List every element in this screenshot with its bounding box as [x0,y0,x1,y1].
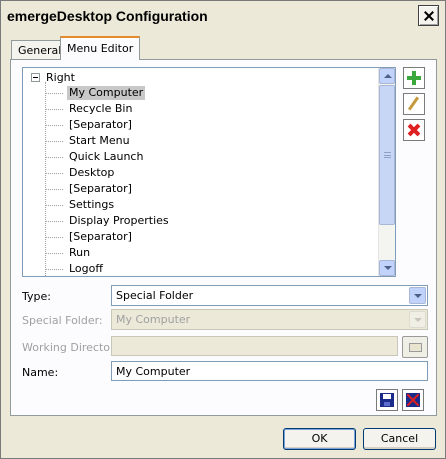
tree-item[interactable]: My Computer [45,85,146,101]
tree-item[interactable]: Run [45,245,92,261]
tree-item[interactable]: [Separator] [45,117,134,133]
tree-item[interactable]: Recycle Bin [45,101,134,117]
tree-scrollbar[interactable] [378,68,395,276]
add-item-button[interactable] [403,67,425,89]
tree-item[interactable]: Display Properties [45,213,171,229]
browse-folder-button[interactable] [402,336,428,358]
close-button[interactable] [418,5,439,26]
tree-item-label: Start Menu [69,134,130,147]
x-icon [407,123,421,137]
plus-icon [407,71,421,85]
scroll-up-button[interactable] [379,68,395,84]
name-label: Name: [22,366,59,379]
tree-item[interactable]: Desktop [45,165,116,181]
discard-icon [406,393,420,407]
type-value: Special Folder [116,289,194,302]
tree-item[interactable]: [Separator] [45,181,134,197]
chevron-down-icon[interactable] [409,287,426,304]
tree-item-label: [Separator] [69,230,132,243]
name-field[interactable]: My Computer [111,361,428,381]
config-dialog: emergeDesktop Configuration General Menu… [0,0,446,459]
save-icon [380,393,394,407]
tree-item[interactable]: Quick Launch [45,149,145,165]
tree-item-label: Quick Launch [69,150,144,163]
ok-button[interactable]: OK [283,428,356,450]
save-item-button[interactable] [376,389,398,411]
tree-item-label: [Separator] [69,182,132,195]
cancel-button[interactable]: Cancel [363,428,436,450]
grip-icon [384,152,391,158]
special-folder-select: My Computer [111,309,428,330]
type-select[interactable]: Special Folder [111,285,428,306]
tree-item[interactable]: Settings [45,197,116,213]
tree-item[interactable]: Logoff [45,261,105,276]
working-directory-field [111,336,398,356]
folder-icon [409,343,422,352]
tree-item-label: [Separator] [69,118,132,131]
special-folder-value: My Computer [116,313,191,326]
special-folder-label: Special Folder: [22,314,103,327]
working-directory-label: Working Directory: [22,341,124,354]
tree-root[interactable]: Right [31,70,75,84]
scroll-down-button[interactable] [379,260,395,276]
tree-item-label: Recycle Bin [69,102,133,115]
chevron-down-icon [409,311,426,328]
tree-item-label: Display Properties [69,214,169,227]
scroll-thumb[interactable] [379,85,395,225]
window-title: emergeDesktop Configuration [7,8,208,24]
tree-item-label: Desktop [69,166,115,179]
tree-root-label: Right [46,70,75,84]
tree-item[interactable]: Start Menu [45,133,132,149]
tree-item-label: My Computer [67,86,146,100]
title-bar[interactable]: emergeDesktop Configuration [1,1,445,31]
pencil-icon [407,96,420,111]
edit-item-button[interactable] [403,93,425,115]
tree-item[interactable]: [Separator] [45,229,134,245]
tree-item-label: Logoff [69,262,103,275]
tree-item-label: Settings [69,198,115,211]
discard-item-button[interactable] [402,389,424,411]
menu-tree[interactable]: Right My Computer Recycle Bin [Separator… [22,67,396,277]
delete-item-button[interactable] [403,119,425,141]
tree-item-label: Run [69,246,91,259]
tab-menu-editor[interactable]: Menu Editor [60,36,141,60]
collapse-icon[interactable] [31,72,40,82]
type-label: Type: [22,290,51,303]
